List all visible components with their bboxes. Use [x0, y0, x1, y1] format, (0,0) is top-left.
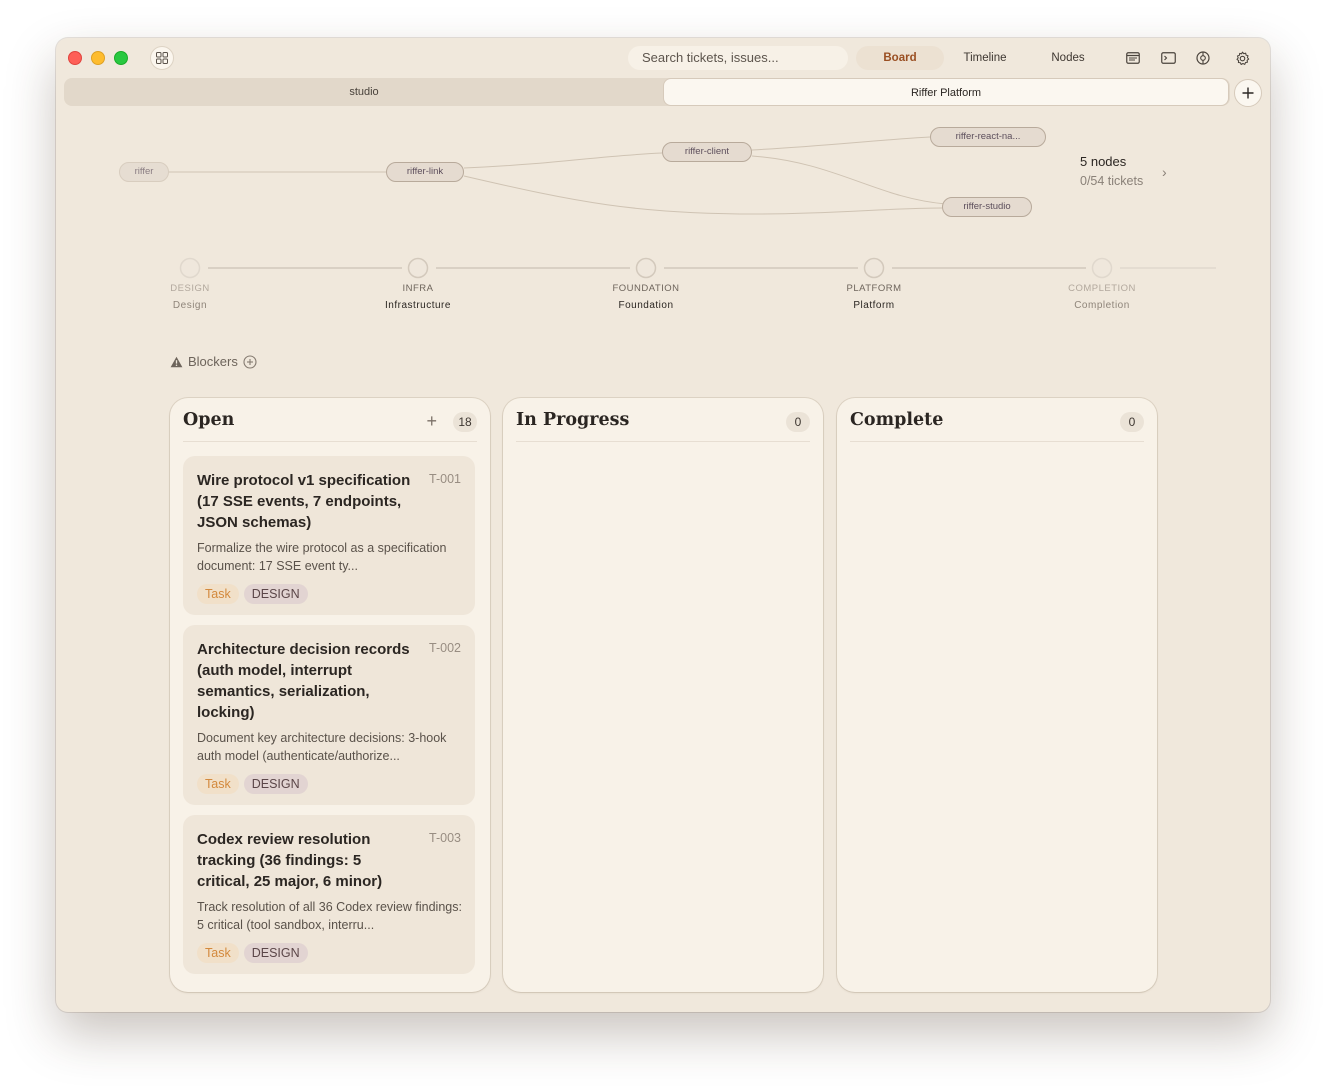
ticket-tags: Task DESIGN [197, 943, 461, 963]
phase-name: Completion [1074, 300, 1130, 311]
minimize-window-button[interactable] [91, 51, 105, 65]
phase-marker-design [179, 257, 201, 279]
type-tag: Task [197, 584, 239, 604]
plus-icon [1242, 87, 1254, 99]
tab-board[interactable]: Board [856, 46, 944, 70]
close-window-button[interactable] [68, 51, 82, 65]
edge-link-studio [463, 175, 943, 215]
gear-icon[interactable] [1233, 49, 1251, 67]
chevron-right-icon[interactable]: › [1162, 164, 1167, 180]
ticket-title: Codex review resolution tracking (36 fin… [197, 831, 383, 890]
tab-timeline[interactable]: Timeline [944, 46, 1026, 70]
phase-name: Infrastructure [385, 300, 451, 311]
phase-name: Platform [853, 300, 895, 311]
edge-link-client [463, 152, 663, 169]
phase-name: Design [172, 300, 208, 311]
column-header: Open + 18 [183, 398, 477, 442]
graph-node-riffer-link[interactable]: riffer-link [386, 162, 464, 182]
phase-completion[interactable]: COMPLETION Completion [1032, 283, 1172, 311]
add-circle-icon[interactable] [243, 354, 257, 369]
phase-name: Foundation [618, 300, 674, 311]
search-input[interactable]: Search tickets, issues... [628, 46, 848, 70]
terminal-icon[interactable] [1159, 49, 1177, 67]
ticket-title: Wire protocol v1 specification (17 SSE e… [197, 472, 411, 531]
column-open: Open + 18 Wire protocol v1 specification… [170, 398, 490, 992]
tab-nodes[interactable]: Nodes [1026, 46, 1110, 70]
column-in-progress: In Progress 0 [503, 398, 823, 992]
tab-studio[interactable]: studio [64, 78, 664, 106]
phase-design[interactable]: DESIGN Design [120, 283, 260, 311]
node-count: 5 nodes [1080, 154, 1127, 169]
column-header: Complete 0 [850, 398, 1144, 442]
phase-code: INFRA [402, 283, 434, 294]
column-title: Open [183, 410, 235, 430]
new-tab-button[interactable] [1234, 79, 1262, 107]
type-tag: Task [197, 774, 239, 794]
phase-tag: DESIGN [243, 774, 308, 794]
ticket-title: Architecture decision records (auth mode… [197, 641, 410, 721]
ticket-id: T-002 [429, 641, 461, 655]
phase-marker-platform [863, 257, 885, 279]
graph-node-riffer-studio[interactable]: riffer-studio [942, 197, 1032, 217]
zoom-window-button[interactable] [114, 51, 128, 65]
ticket-card[interactable]: Wire protocol v1 specification (17 SSE e… [183, 456, 475, 615]
column-title: Complete [850, 410, 944, 430]
edge-client-react [751, 136, 931, 151]
phase-infra[interactable]: INFRA Infrastructure [348, 283, 488, 311]
view-switcher: Board Timeline Nodes [856, 46, 1110, 70]
add-ticket-button[interactable]: + [426, 410, 437, 432]
blockers-label: Blockers [188, 354, 238, 369]
phase-marker-infra [407, 257, 429, 279]
column-count: 0 [1120, 412, 1144, 432]
tab-riffer-platform[interactable]: Riffer Platform [663, 78, 1229, 106]
column-header: In Progress 0 [516, 398, 810, 442]
ticket-tags: Task DESIGN [197, 584, 461, 604]
phase-code: DESIGN [170, 283, 210, 294]
ticket-card[interactable]: Codex review resolution tracking (36 fin… [183, 815, 475, 974]
app-window: Search tickets, issues... Board Timeline… [56, 38, 1270, 1012]
graph-node-riffer-react-native[interactable]: riffer-react-na... [930, 127, 1046, 147]
phase-code: COMPLETION [1068, 283, 1136, 294]
grid-icon [156, 52, 168, 64]
phase-foundation[interactable]: FOUNDATION Foundation [576, 283, 716, 311]
document-tab-strip: studio Riffer Platform [64, 78, 1230, 106]
column-title: In Progress [516, 410, 630, 430]
graph-summary[interactable]: 5 nodes 0/54 tickets [1080, 154, 1143, 188]
column-complete: Complete 0 [837, 398, 1157, 992]
ticket-id: T-003 [429, 831, 461, 845]
title-bar: Search tickets, issues... Board Timeline… [56, 38, 1270, 78]
phase-marker-foundation [635, 257, 657, 279]
phase-platform[interactable]: PLATFORM Platform [804, 283, 944, 311]
ticket-tags: Task DESIGN [197, 774, 461, 794]
column-count: 18 [453, 412, 477, 432]
phase-tag: DESIGN [243, 943, 308, 963]
edge-client-studio [751, 155, 947, 205]
graph-node-riffer-client[interactable]: riffer-client [662, 142, 752, 162]
ticket-count: 0/54 tickets [1080, 174, 1144, 188]
board-content: riffer riffer-link riffer-client riffer-… [56, 112, 1270, 1012]
sidebar-toggle-button[interactable] [150, 46, 174, 70]
network-icon[interactable] [1194, 49, 1212, 67]
graph-node-riffer[interactable]: riffer [119, 162, 169, 182]
window-icon[interactable] [1124, 49, 1142, 67]
ticket-id: T-001 [429, 472, 461, 486]
ticket-description: Document key architecture decisions: 3-h… [197, 731, 447, 763]
ticket-card[interactable]: Architecture decision records (auth mode… [183, 625, 475, 805]
blockers-toggle[interactable]: Blockers [170, 354, 257, 369]
type-tag: Task [197, 943, 239, 963]
phase-tag: DESIGN [243, 584, 308, 604]
ticket-description: Formalize the wire protocol as a specifi… [197, 541, 447, 573]
phase-code: FOUNDATION [612, 283, 680, 294]
phase-code: PLATFORM [846, 283, 902, 294]
warning-icon [170, 356, 183, 367]
phase-marker-completion [1091, 257, 1113, 279]
ticket-description: Track resolution of all 36 Codex review … [197, 900, 462, 932]
column-count: 0 [786, 412, 810, 432]
